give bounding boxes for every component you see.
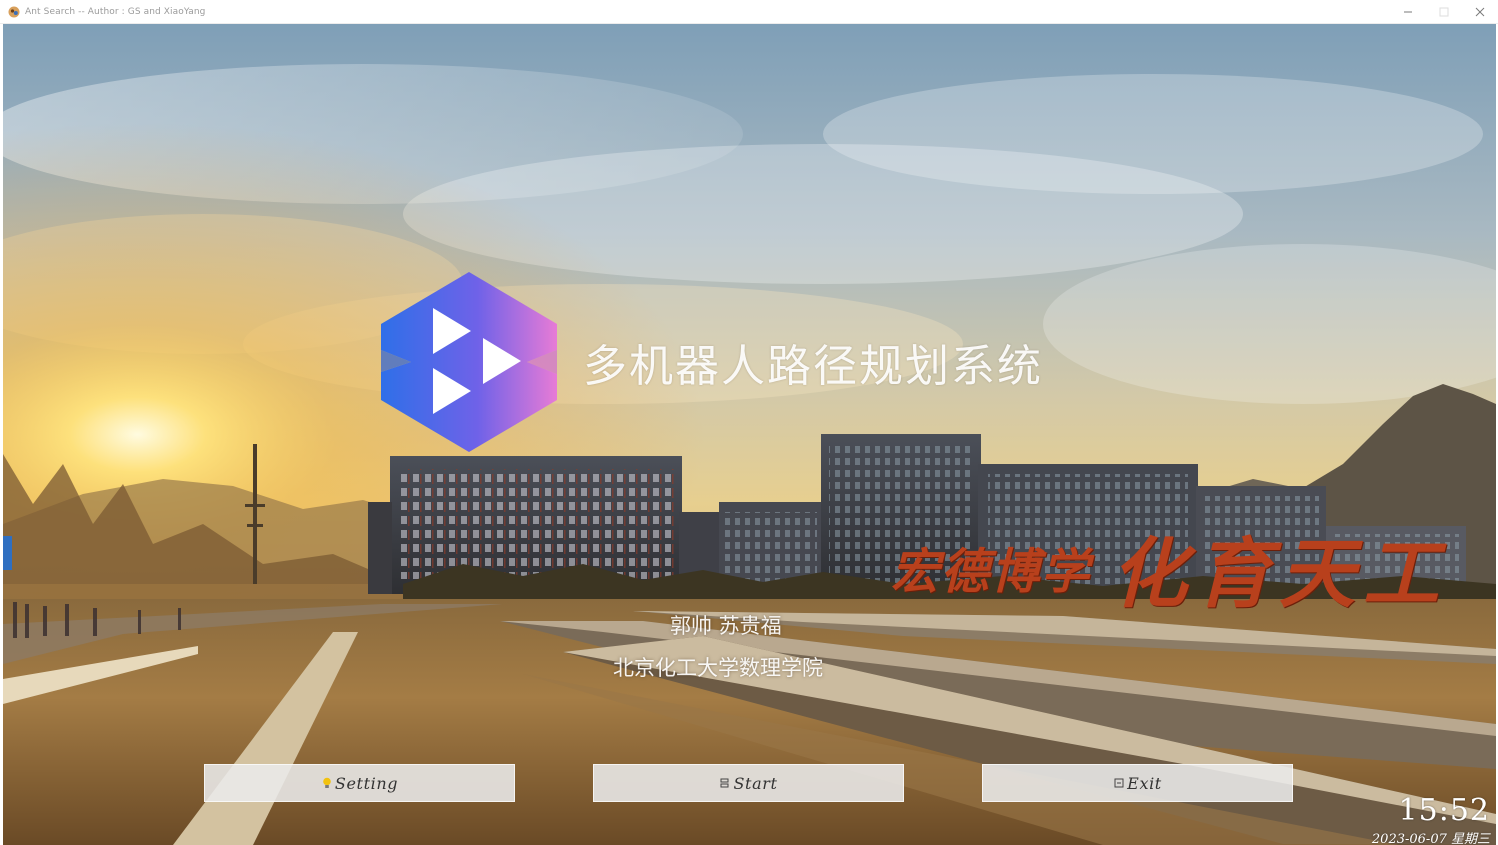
campus-sunset-photo	[3, 24, 1496, 845]
start-label: Start	[733, 773, 778, 793]
title-bar[interactable]: Ant Search -- Author : GS and XiaoYang	[0, 0, 1498, 24]
window-controls	[1390, 0, 1498, 24]
clock-time: 15:52	[1398, 793, 1490, 828]
authors-text: 郭帅 苏贵福	[670, 614, 782, 638]
setting-label: Setting	[334, 773, 399, 793]
app-logo	[381, 272, 557, 452]
setting-button[interactable]: Setting	[204, 764, 515, 802]
app-window: Ant Search -- Author : GS and XiaoYang 多…	[0, 0, 1498, 845]
exit-label: Exit	[1127, 773, 1162, 793]
campus-motto-left: 宏德博学	[891, 544, 1092, 600]
window-title: Ant Search -- Author : GS and XiaoYang	[25, 6, 206, 17]
start-icon	[719, 777, 731, 789]
affiliation-text: 北京化工大学数理学院	[613, 656, 823, 680]
side-tab-marker	[3, 536, 12, 570]
campus-motto-right: 化育天工	[1111, 529, 1447, 618]
close-icon[interactable]	[1462, 0, 1498, 24]
exit-icon	[1113, 777, 1125, 789]
clock-date: 2023-06-07 星期三	[1371, 832, 1490, 845]
start-button[interactable]: Start	[593, 764, 904, 802]
background-scene: 多机器人路径规划系统 宏德博学 化育天工 郭帅 苏贵福 北京化工大学数理学院 S…	[3, 24, 1496, 845]
app-title: 多机器人路径规划系统	[583, 341, 1043, 392]
minimize-icon[interactable]	[1390, 0, 1426, 24]
maximize-icon[interactable]	[1426, 0, 1462, 24]
app-icon	[8, 6, 20, 18]
lightbulb-icon	[321, 777, 333, 789]
exit-button[interactable]: Exit	[982, 764, 1293, 802]
